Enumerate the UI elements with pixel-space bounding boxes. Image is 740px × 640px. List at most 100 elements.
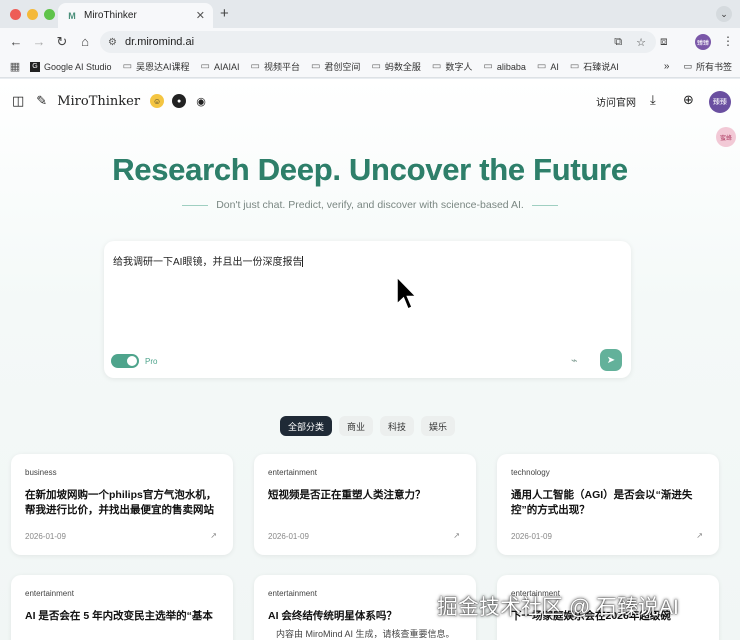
category-tab-tech[interactable]: 科技 xyxy=(380,416,415,436)
folder-icon: ▭ xyxy=(683,61,692,71)
attachment-icon[interactable]: ⌁ xyxy=(571,354,578,367)
open-arrow-icon: ↗ xyxy=(453,531,460,540)
brand-name: MiroThinker xyxy=(57,93,141,109)
category-tabs: 全部分类 商业 科技 娱乐 xyxy=(280,416,456,436)
example-card[interactable]: business 在新加坡网购一个philips官方气泡水机，帮我进行比价，并找… xyxy=(11,454,233,555)
folder-icon: ▭ xyxy=(122,61,133,72)
example-card[interactable]: entertainment 短视频是否正在重塑人类注意力？ 2026-01-09… xyxy=(254,454,476,555)
card-tag: technology xyxy=(511,468,550,477)
forward-icon[interactable]: → xyxy=(31,34,47,49)
close-window-button[interactable] xyxy=(10,9,21,20)
language-globe-icon[interactable]: ⊕ xyxy=(683,92,694,108)
card-tag: business xyxy=(25,468,57,477)
new-chat-icon[interactable]: ✎ xyxy=(36,93,47,109)
apps-grid-icon[interactable]: ▦ xyxy=(0,60,30,73)
folder-icon: ▭ xyxy=(200,61,210,72)
zoom-window-button[interactable] xyxy=(44,9,55,20)
tab-title: MiroThinker xyxy=(84,10,137,21)
card-tag: entertainment xyxy=(268,468,317,477)
prompt-composer[interactable]: 给我调研一下AI眼镜，并且出一份深度报告 Pro ⌁ ➤ xyxy=(104,241,631,378)
browser-tabstrip: M MiroThinker ✕ + ⌄ xyxy=(0,0,740,28)
card-date: 2026-01-09 xyxy=(25,532,66,541)
bookmark-folder[interactable]: ▭ 视频平台 xyxy=(251,60,300,73)
folder-icon: ▭ xyxy=(310,61,321,72)
site-info-icon[interactable]: ⚙ xyxy=(108,37,117,48)
bookmark-folder[interactable]: ▭ AI xyxy=(537,61,559,72)
card-title: AI 是否会在 5 年内改变民主选举的“基本 xyxy=(25,610,213,622)
browser-toolbar: ← → ↻ ⌂ ⚙ dr.miromind.ai ⧉ ☆ ⧈ 臻臻 ⋮ xyxy=(0,28,740,56)
bookmark-folder[interactable]: ▭ 君创空间 xyxy=(311,60,360,73)
card-tag: entertainment xyxy=(25,589,74,598)
user-avatar[interactable]: 臻臻 xyxy=(709,91,731,113)
bookmark-item[interactable]: G Google AI Studio xyxy=(30,61,112,72)
pro-mode-label: Pro xyxy=(145,357,158,366)
bookmark-folder[interactable]: ▭ AIAIAI xyxy=(201,61,240,72)
discord-icon[interactable]: ◉ xyxy=(194,94,209,108)
card-date: 2026-01-09 xyxy=(268,532,309,541)
reload-icon[interactable]: ↻ xyxy=(54,34,70,50)
mouse-cursor-icon xyxy=(396,276,418,310)
new-tab-icon[interactable]: + xyxy=(220,5,229,22)
url-text: dr.miromind.ai xyxy=(124,36,195,48)
category-tab-entertainment[interactable]: 娱乐 xyxy=(421,416,456,436)
card-title: 通用人工智能（AGI）是否会以“渐进失控”的方式出现？ xyxy=(511,489,693,516)
browser-menu-icon[interactable]: ⋮ xyxy=(722,34,734,48)
github-icon[interactable]: ● xyxy=(172,94,187,108)
card-date: 2026-01-09 xyxy=(511,532,552,541)
floating-assistant-badge[interactable]: 蜜蜂 xyxy=(716,127,736,147)
extensions-icon[interactable]: ⧈ xyxy=(660,34,668,49)
card-title: 短视频是否正在重塑人类注意力？ xyxy=(268,489,426,501)
watermark: 掘金技术社区 @ 石臻说AI xyxy=(437,596,679,619)
sidebar-toggle-icon[interactable]: ◫ xyxy=(12,93,24,109)
back-icon[interactable]: ← xyxy=(8,34,24,49)
ai-disclaimer: 内容由 MiroMind AI 生成，请核查重要信息。 xyxy=(276,629,455,639)
tab-favicon-icon: M xyxy=(68,10,76,21)
window-controls xyxy=(10,9,55,20)
browser-tab[interactable]: M MiroThinker ✕ xyxy=(58,3,213,28)
bookmark-folder[interactable]: ▭ alibaba xyxy=(483,61,525,72)
bookmark-folder[interactable]: ▭ 数字人 xyxy=(432,60,472,73)
all-bookmarks-folder[interactable]: ▭ 所有书签 xyxy=(683,60,732,73)
page: ◫ ✎ MiroThinker ☺ ● ◉ 访问官网 ⤓ ⊕ 臻臻 蜜蜂 Res… xyxy=(0,79,740,640)
more-bookmarks-icon[interactable]: » xyxy=(664,61,670,72)
folder-icon: ▭ xyxy=(250,61,260,72)
open-arrow-icon: ↗ xyxy=(210,531,217,540)
folder-icon: ▭ xyxy=(536,61,547,72)
open-arrow-icon: ↗ xyxy=(696,531,703,540)
home-icon[interactable]: ⌂ xyxy=(77,34,93,49)
hero-subtitle: Don't just chat. Predict, verify, and di… xyxy=(0,199,740,211)
divider xyxy=(182,204,209,206)
folder-icon: ▭ xyxy=(569,61,580,72)
address-bar[interactable]: ⚙ dr.miromind.ai ⧉ ☆ xyxy=(100,31,656,53)
hero-title: Research Deep. Uncover the Future xyxy=(0,152,740,188)
bookmark-folder[interactable]: ▭ 石臻说AI xyxy=(570,60,619,73)
example-card[interactable]: entertainment AI 是否会在 5 年内改变民主选举的“基本 xyxy=(11,575,233,640)
send-button[interactable]: ➤ xyxy=(600,349,622,371)
example-card[interactable]: technology 通用人工智能（AGI）是否会以“渐进失控”的方式出现？ 2… xyxy=(497,454,719,555)
download-icon[interactable]: ⤓ xyxy=(650,92,656,108)
bookmark-folder[interactable]: ▭ 蚂数全服 xyxy=(371,60,420,73)
bookmarks-bar: ▦ G Google AI Studio ▭ 吴恩达AI课程 ▭ AIAIAI ▭ 视频… xyxy=(0,56,740,78)
tab-search-icon[interactable]: ⌄ xyxy=(716,6,732,22)
category-tab-business[interactable]: 商业 xyxy=(339,416,374,436)
divider xyxy=(531,204,558,206)
toggle-knob xyxy=(127,356,137,366)
text-caret xyxy=(302,256,304,267)
category-tab-all[interactable]: 全部分类 xyxy=(280,416,333,436)
visit-site-link[interactable]: 访问官网 xyxy=(596,94,636,109)
prompt-input[interactable]: 给我调研一下AI眼镜，并且出一份深度报告 xyxy=(113,253,304,268)
bookmark-folder[interactable]: ▭ 吴恩达AI课程 xyxy=(123,60,190,73)
close-tab-icon[interactable]: ✕ xyxy=(196,9,205,22)
folder-icon: ▭ xyxy=(483,61,493,72)
card-tag: entertainment xyxy=(268,589,317,598)
card-title: 在新加坡网购一个philips官方气泡水机，帮我进行比价，并找出最便宜的售卖网站 xyxy=(25,489,217,516)
folder-icon: ▭ xyxy=(431,61,442,72)
install-app-icon[interactable]: ⧉ xyxy=(614,36,622,49)
profile-avatar[interactable]: 臻臻 xyxy=(695,34,711,50)
emoji-icon[interactable]: ☺ xyxy=(150,94,165,108)
pro-mode-toggle[interactable] xyxy=(111,354,139,368)
folder-icon: ▭ xyxy=(371,61,381,72)
bookmark-star-icon[interactable]: ☆ xyxy=(636,36,646,49)
minimize-window-button[interactable] xyxy=(27,9,38,20)
google-icon: G xyxy=(30,61,40,72)
